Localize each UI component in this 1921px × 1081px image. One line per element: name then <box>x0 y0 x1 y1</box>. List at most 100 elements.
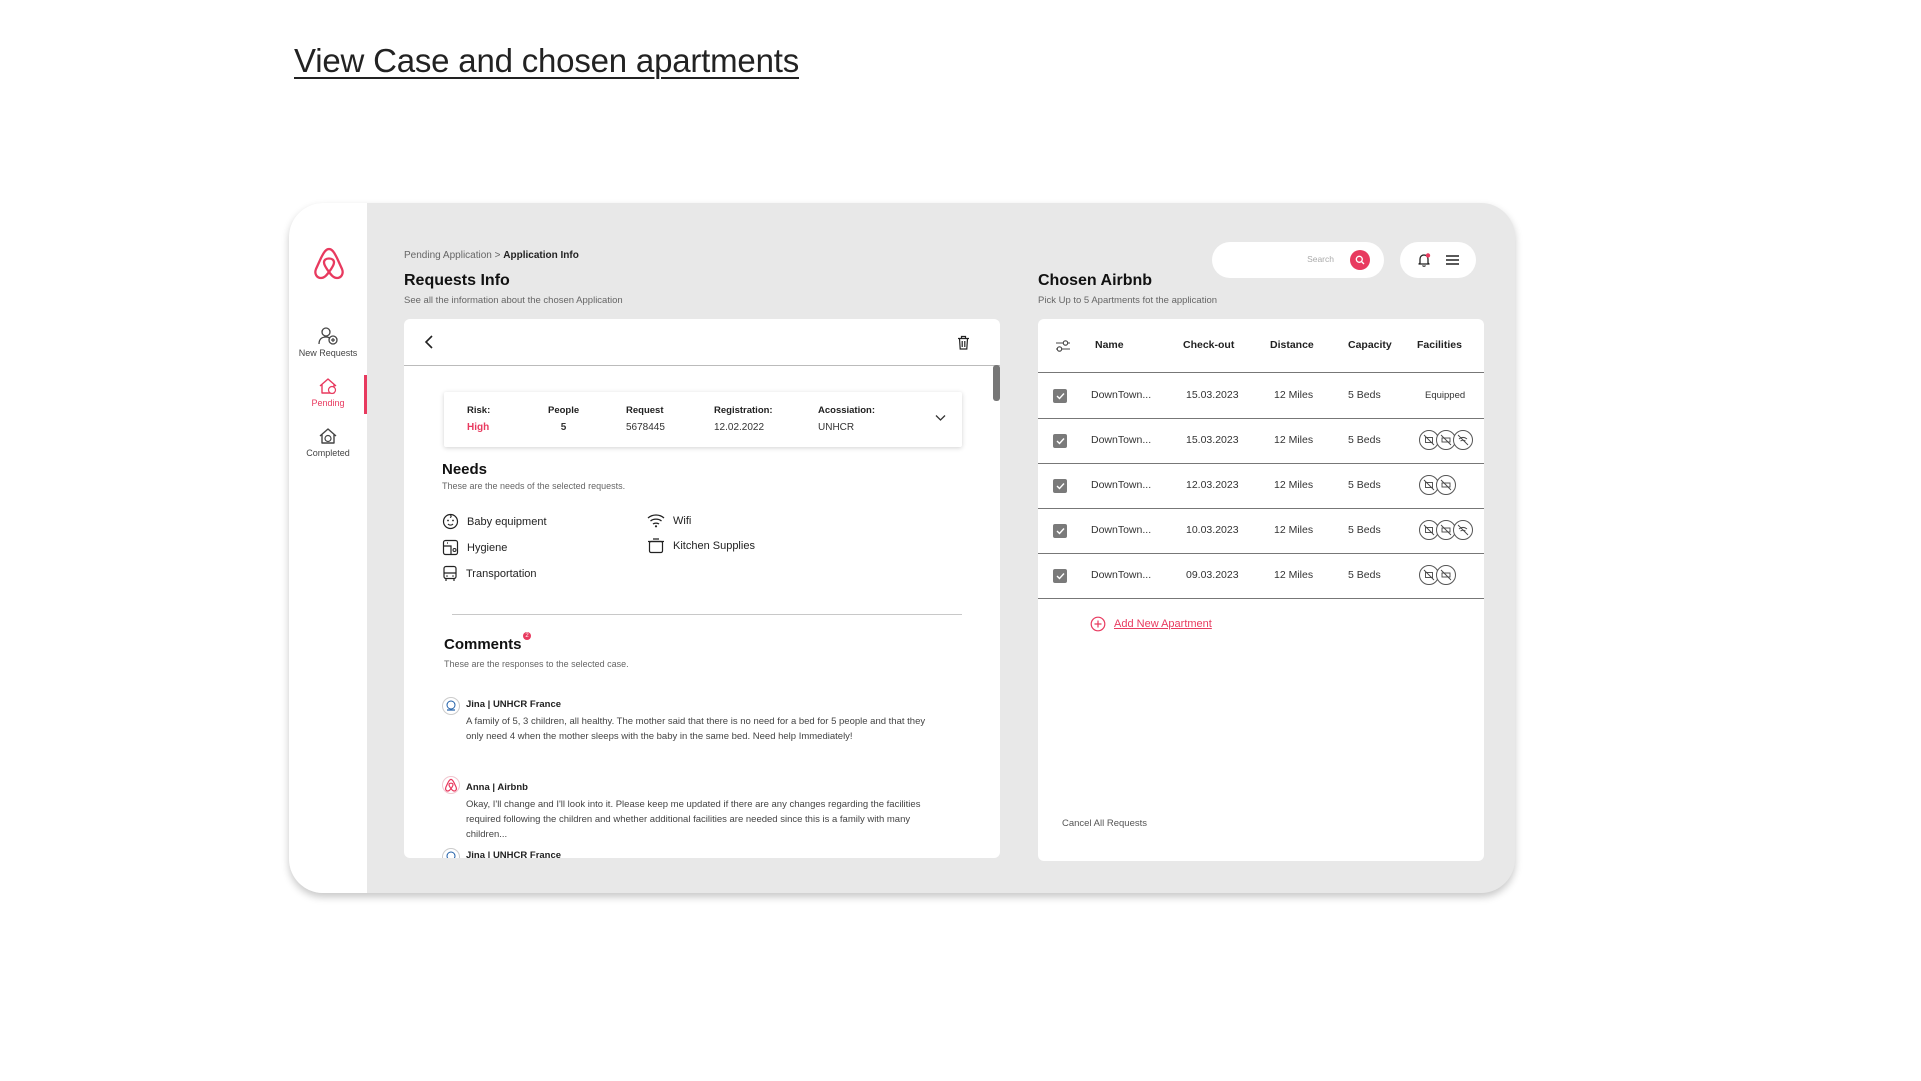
table-row[interactable]: DownTown... 09.03.2023 12 Miles 5 Beds <box>1038 554 1484 599</box>
row-checkbox[interactable] <box>1053 524 1067 538</box>
cell-name: DownTown... <box>1091 389 1152 401</box>
wifi-icon <box>647 514 665 528</box>
cell-capacity: 5 Beds <box>1348 524 1381 536</box>
registration-label: Registration: <box>714 405 773 416</box>
section-divider <box>452 614 962 615</box>
requests-title: Requests Info <box>404 272 510 289</box>
home-icon <box>319 378 337 395</box>
comments-count-badge: 2 <box>523 632 531 640</box>
kitchen-pot-icon <box>648 538 664 554</box>
search-button[interactable] <box>1350 250 1370 270</box>
cell-checkout: 15.03.2023 <box>1186 434 1239 446</box>
breadcrumb-current: Application Info <box>503 250 579 261</box>
card-toolbar <box>404 319 1000 366</box>
comment-text: A family of 5, 3 children, all healthy. … <box>466 716 926 742</box>
table-header: Name Check-out Distance Capacity Facilit… <box>1038 319 1484 373</box>
cancel-all-requests-link[interactable]: Cancel All Requests <box>1062 818 1147 829</box>
risk-field: Risk: High <box>467 405 490 433</box>
active-nav-indicator <box>364 375 367 414</box>
sidebar-item-completed[interactable]: Completed <box>289 427 367 458</box>
cell-checkout: 15.03.2023 <box>1186 389 1239 401</box>
request-value: 5678445 <box>626 422 665 433</box>
people-value: 5 <box>560 422 567 433</box>
chosen-title: Chosen Airbnb <box>1038 272 1153 289</box>
sidebar-item-label: New Requests <box>298 348 358 358</box>
menu-icon[interactable] <box>1445 253 1460 267</box>
search-bar[interactable]: Search <box>1212 242 1384 278</box>
no-wifi-icon <box>1453 430 1473 450</box>
cell-capacity: 5 Beds <box>1348 569 1381 581</box>
search-icon <box>1355 255 1365 265</box>
table-row[interactable]: DownTown... 15.03.2023 12 Miles 5 Beds E… <box>1038 374 1484 419</box>
filter-sliders-icon[interactable] <box>1055 339 1071 353</box>
requests-card: Risk: High People 5 Request 5678445 Regi… <box>404 319 1000 858</box>
app-window: New Requests Pending Completed Pending A… <box>289 203 1515 893</box>
checkmark-icon <box>1056 393 1065 400</box>
sidebar-item-label: Pending <box>311 398 345 408</box>
sidebar-item-new-requests[interactable]: New Requests <box>289 327 367 358</box>
column-header-checkout[interactable]: Check-out <box>1183 339 1234 351</box>
association-value: UNHCR <box>818 422 855 433</box>
checkmark-icon <box>1056 438 1065 445</box>
need-item: Transportation <box>442 565 537 582</box>
registration-field: Registration: 12.02.2022 <box>714 405 773 433</box>
airbnb-logo[interactable] <box>309 243 349 283</box>
chevron-down-icon[interactable] <box>935 414 946 422</box>
user-add-icon <box>318 327 338 345</box>
risk-label: Risk: <box>467 405 491 416</box>
comment-text: Okay, I'll change and I'll look into it.… <box>466 799 921 840</box>
column-header-facilities[interactable]: Facilities <box>1417 339 1462 351</box>
need-item: Kitchen Supplies <box>647 537 755 554</box>
breadcrumb: Pending Application > Application Info <box>404 250 579 261</box>
request-summary: Risk: High People 5 Request 5678445 Regi… <box>444 392 962 447</box>
column-header-distance[interactable]: Distance <box>1270 339 1314 351</box>
needs-title: Needs <box>442 461 488 478</box>
home-check-icon <box>319 428 337 444</box>
column-header-name[interactable]: Name <box>1095 339 1124 351</box>
trash-icon[interactable] <box>957 335 970 350</box>
no-smoking-icon <box>1436 565 1456 585</box>
row-checkbox[interactable] <box>1053 389 1067 403</box>
breadcrumb-parent[interactable]: Pending Application <box>404 250 492 261</box>
page-title: View Case and chosen apartments <box>294 42 799 79</box>
cell-name: DownTown... <box>1091 524 1152 536</box>
registration-value: 12.02.2022 <box>714 422 765 433</box>
need-label: Baby equipment <box>467 515 547 528</box>
row-checkbox[interactable] <box>1053 479 1067 493</box>
no-wifi-icon <box>1453 520 1473 540</box>
sidebar-item-pending[interactable]: Pending <box>289 377 367 408</box>
cell-facilities: Equipped <box>1425 390 1466 401</box>
table-row[interactable]: DownTown... 10.03.2023 12 Miles 5 Beds <box>1038 509 1484 554</box>
chosen-apartments-card: Name Check-out Distance Capacity Facilit… <box>1038 319 1484 861</box>
column-header-capacity[interactable]: Capacity <box>1348 339 1392 351</box>
row-checkbox[interactable] <box>1053 569 1067 583</box>
people-field: People 5 <box>548 405 579 433</box>
cell-checkout: 09.03.2023 <box>1186 569 1239 581</box>
need-label: Kitchen Supplies <box>673 539 755 552</box>
cell-facilities-icons <box>1419 565 1456 585</box>
cell-capacity: 5 Beds <box>1348 479 1381 491</box>
checkmark-icon <box>1056 528 1065 535</box>
back-arrow-icon[interactable] <box>424 335 434 349</box>
cell-checkout: 12.03.2023 <box>1186 479 1239 491</box>
cell-facilities-icons <box>1419 520 1473 540</box>
cell-distance: 12 Miles <box>1274 479 1314 491</box>
need-item: Hygiene <box>442 539 507 556</box>
sidebar: New Requests Pending Completed <box>289 203 367 893</box>
need-label: Hygiene <box>467 541 508 554</box>
checkmark-icon <box>1056 483 1065 490</box>
bell-icon[interactable] <box>1416 252 1432 268</box>
table-row[interactable]: DownTown... 12.03.2023 12 Miles 5 Beds <box>1038 464 1484 509</box>
need-item: Baby equipment <box>442 513 547 530</box>
need-item: Wifi <box>647 513 691 528</box>
scrollbar-thumb[interactable] <box>993 365 1000 401</box>
unhcr-avatar <box>442 697 460 715</box>
comments-subtitle: These are the responses to the selected … <box>444 659 629 669</box>
unhcr-logo-icon <box>446 700 456 711</box>
needs-subtitle: These are the needs of the selected requ… <box>442 481 626 491</box>
add-new-apartment-link[interactable]: Add New Apartment <box>1090 616 1212 632</box>
row-checkbox[interactable] <box>1053 434 1067 448</box>
request-field: Request 5678445 <box>626 405 665 433</box>
need-label: Transportation <box>466 567 537 580</box>
table-row[interactable]: DownTown... 15.03.2023 12 Miles 5 Beds <box>1038 419 1484 464</box>
